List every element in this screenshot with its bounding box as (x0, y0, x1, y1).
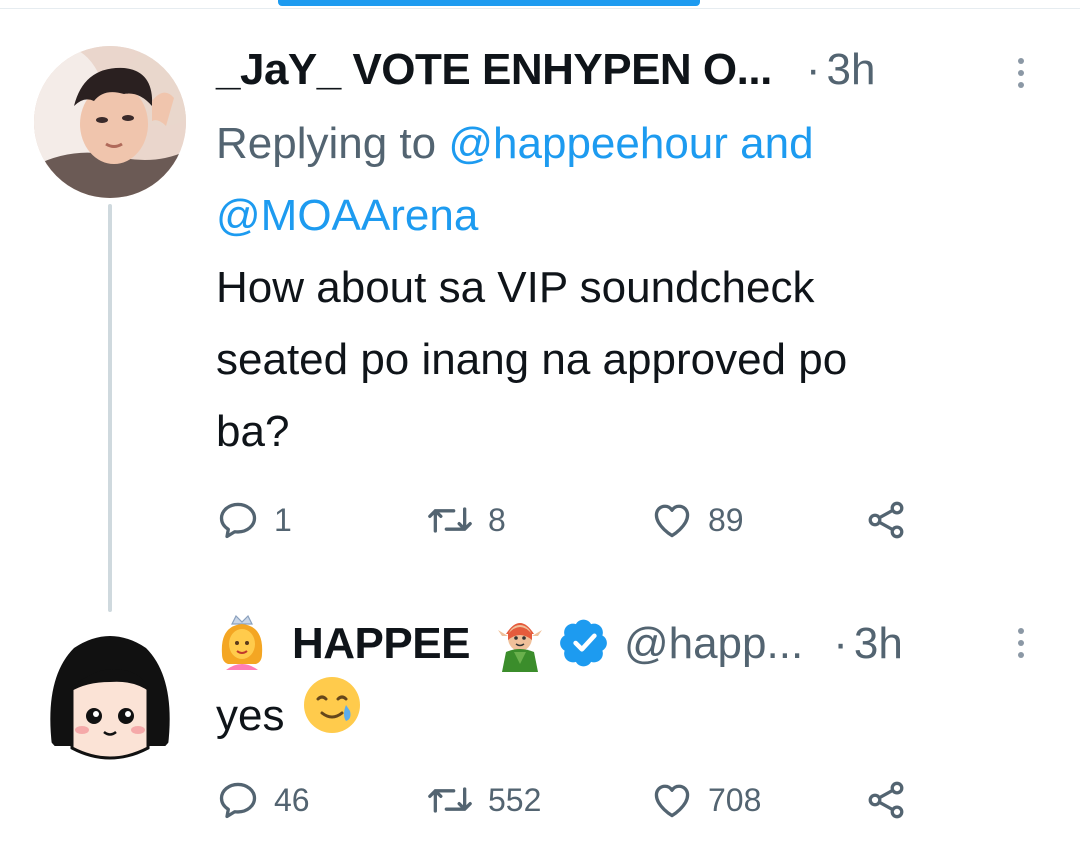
more-options-icon[interactable] (1013, 628, 1029, 658)
share-icon (868, 781, 904, 819)
tweet-text: yes (216, 677, 1016, 752)
reply-count: 46 (274, 781, 310, 818)
tweet-parent[interactable]: _JaY_ VOTE ENHYPEN O... · 3h Replying to… (0, 8, 1080, 612)
heart-icon (654, 504, 690, 538)
mention-link[interactable]: @MOAArena (216, 191, 478, 240)
tweet-reply[interactable]: HAPPEE @happ... · 3h yes 46 552 708 (0, 598, 1080, 859)
meta-separator: · (805, 45, 821, 94)
retweet-icon (428, 507, 472, 533)
mention-and[interactable]: and (740, 119, 813, 168)
like-count: 89 (708, 501, 744, 538)
tweet-actions: 46 552 708 (216, 776, 916, 824)
timestamp[interactable]: 3h (826, 45, 875, 95)
avatar-photo (34, 46, 186, 198)
thread-line (108, 204, 112, 612)
retweet-button[interactable]: 552 (426, 776, 541, 824)
verified-badge-icon (560, 617, 610, 672)
retweet-count: 552 (488, 781, 542, 818)
display-name[interactable]: _JaY_ VOTE ENHYPEN O... (216, 45, 772, 95)
like-count: 708 (708, 781, 762, 818)
tweet-actions: 1 8 89 (216, 496, 916, 544)
tweet-header: HAPPEE @happ... · 3h (216, 612, 903, 676)
tweet-text-line: How about sa VIP soundcheck (216, 263, 815, 312)
avatar[interactable] (34, 618, 186, 770)
reply-icon (219, 502, 257, 539)
replying-to: Replying to @happeehour and @MOAArena (216, 108, 996, 252)
reply-icon (219, 782, 257, 819)
mention-link[interactable]: @happeehour (448, 119, 728, 168)
retweet-count: 8 (488, 501, 506, 538)
reply-button[interactable]: 46 (216, 776, 310, 824)
like-button[interactable]: 89 (650, 496, 744, 544)
meta-separator: · (833, 619, 848, 668)
replying-prefix: Replying to (216, 119, 437, 168)
reply-button[interactable]: 1 (216, 496, 292, 544)
tweet-header: _JaY_ VOTE ENHYPEN O... · 3h (216, 38, 875, 102)
tweet-text: How about sa VIP soundcheck seated po in… (216, 252, 1016, 468)
share-button[interactable] (864, 776, 908, 824)
more-options-icon[interactable] (1013, 58, 1029, 88)
elf-emoji (496, 612, 544, 677)
like-button[interactable]: 708 (650, 776, 761, 824)
tweet-text-line: seated po inang na approved po (216, 335, 848, 384)
tweet-text-content: yes (216, 691, 285, 740)
share-button[interactable] (864, 496, 908, 544)
princess-emoji (216, 614, 268, 675)
retweet-button[interactable]: 8 (426, 496, 506, 544)
smiling-face-with-tear-emoji (302, 675, 362, 757)
avatar-cartoon (34, 618, 186, 770)
tweet-text-line: ba? (216, 407, 290, 456)
heart-icon (654, 784, 690, 818)
handle[interactable]: @happ... (624, 619, 803, 669)
retweet-icon (428, 787, 472, 813)
share-icon (868, 501, 904, 539)
scroll-indicator (278, 0, 700, 6)
timestamp[interactable]: 3h (854, 619, 903, 669)
reply-count: 1 (274, 501, 292, 538)
display-name[interactable]: HAPPEE (292, 619, 470, 669)
avatar[interactable] (34, 46, 186, 198)
